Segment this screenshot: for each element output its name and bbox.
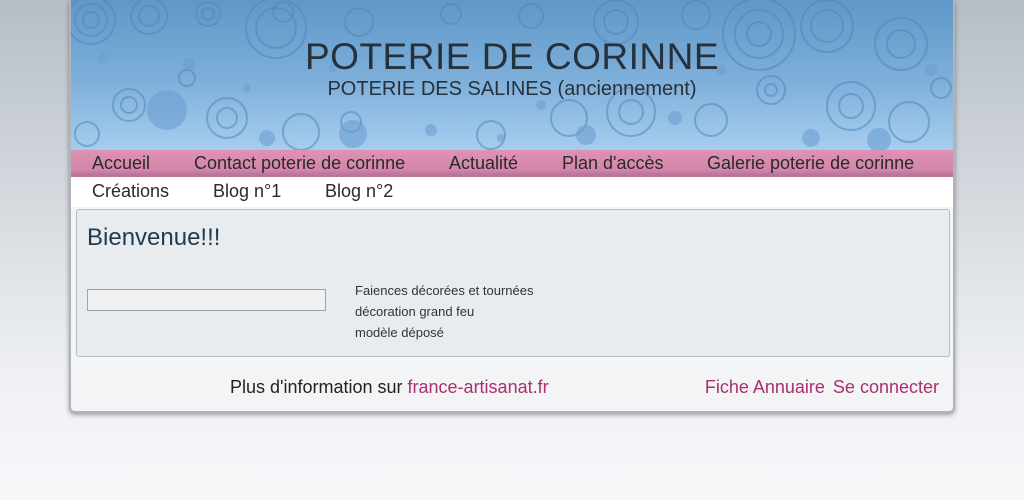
site-subtitle: POTERIE DES SALINES (anciennement) (327, 78, 697, 100)
footer-links: Fiche Annuaire Se connecter (705, 377, 939, 398)
site-footer: Plus d'information sur france-artisanat.… (71, 362, 953, 411)
nav-item-creations[interactable]: Créations (92, 181, 169, 202)
nav-item-blog-1[interactable]: Blog n°1 (213, 181, 281, 202)
content-title: Bienvenue!!! (87, 224, 221, 251)
footer-info-prefix: Plus d'information sur (230, 377, 403, 397)
nav-item-galerie[interactable]: Galerie poterie de corinne (707, 153, 914, 174)
fiche-annuaire-link[interactable]: Fiche Annuaire (705, 377, 825, 397)
nav-item-contact[interactable]: Contact poterie de corinne (194, 153, 405, 174)
secondary-nav: Créations Blog n°1 Blog n°2 (71, 177, 953, 207)
footer-info: Plus d'information sur france-artisanat.… (230, 377, 549, 398)
description-line: décoration grand feu (355, 304, 475, 319)
primary-nav: Accueil Contact poterie de corinne Actua… (71, 150, 953, 177)
page-container: POTERIE DE CORINNE POTERIE DES SALINES (… (69, 0, 955, 413)
nav-item-blog-2[interactable]: Blog n°2 (325, 181, 393, 202)
nav-item-plan-acces[interactable]: Plan d'accès (562, 153, 664, 174)
image-placeholder (87, 289, 326, 311)
se-connecter-link[interactable]: Se connecter (833, 377, 939, 397)
content-panel: Bienvenue!!! Faiences décorées et tourné… (76, 209, 950, 357)
description-line: modèle déposé (355, 325, 444, 340)
nav-item-actualite[interactable]: Actualité (449, 153, 518, 174)
nav-item-accueil[interactable]: Accueil (92, 153, 150, 174)
site-title: POTERIE DE CORINNE (305, 36, 719, 77)
site-header: POTERIE DE CORINNE POTERIE DES SALINES (… (71, 0, 953, 150)
france-artisanat-link[interactable]: france-artisanat.fr (408, 377, 549, 397)
description-line: Faiences décorées et tournées (355, 283, 534, 298)
